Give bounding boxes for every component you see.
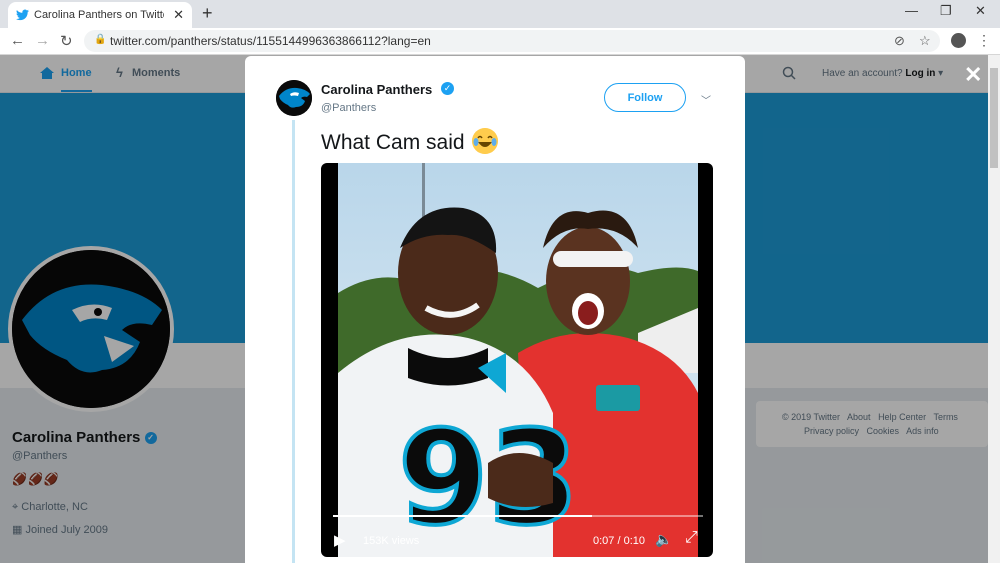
browser-menu-icon[interactable]: ⋮ (977, 32, 991, 49)
tweet-text: What Cam said (321, 131, 465, 154)
tweet-video-player[interactable]: 93 ▶ 153K views 0:07 / 0:10 🔈 ⤢ (321, 163, 713, 557)
bookmark-star-icon[interactable]: ☆ (919, 33, 931, 49)
tweet-modal: Carolina Panthers ✓ @Panthers Follow ﹀ W… (245, 56, 745, 563)
window-close-icon[interactable]: ✕ (975, 3, 986, 19)
tears-of-joy-emoji-icon (472, 128, 498, 154)
account-icon[interactable] (951, 33, 966, 48)
tweet-menu-caret-icon[interactable]: ﹀ (701, 92, 711, 107)
tweet-author-handle[interactable]: @Panthers (321, 102, 376, 114)
forward-icon[interactable]: → (35, 32, 50, 49)
panthers-logo-icon (276, 80, 312, 116)
restore-icon[interactable]: ❐ (940, 3, 952, 19)
tweet-author-name[interactable]: Carolina Panthers (321, 82, 432, 97)
twitter-bird-icon (16, 9, 29, 21)
address-bar: ← → ↻ 🔒 twitter.com/panthers/status/1155… (0, 28, 1000, 55)
tab-close-icon[interactable]: ✕ (173, 7, 184, 23)
scrollbar-thumb[interactable] (990, 68, 998, 168)
video-frame: 93 (338, 163, 698, 557)
follow-button[interactable]: Follow (604, 83, 686, 112)
thread-line (292, 120, 295, 563)
play-icon[interactable]: ▶ (334, 531, 346, 549)
video-progress-fill (333, 515, 592, 517)
blocked-popup-icon[interactable]: ⊘ (894, 33, 905, 49)
tab-title: Carolina Panthers on Twitter: "Wh (34, 9, 164, 21)
fullscreen-icon[interactable]: ⤢ (685, 529, 698, 547)
video-progress-bar[interactable] (333, 515, 703, 517)
video-still-image: 93 (338, 163, 698, 557)
browser-tab-bar: Carolina Panthers on Twitter: "Wh ✕ + — … (0, 0, 1000, 28)
url-text: twitter.com/panthers/status/115514499636… (110, 34, 431, 48)
minimize-icon[interactable]: — (905, 3, 918, 18)
new-tab-icon[interactable]: + (202, 3, 213, 24)
reload-icon[interactable]: ↻ (60, 32, 73, 50)
back-icon[interactable]: ← (10, 32, 25, 49)
tweet-author-avatar[interactable] (276, 80, 312, 116)
video-time: 0:07 / 0:10 (593, 535, 645, 547)
browser-tab[interactable]: Carolina Panthers on Twitter: "Wh ✕ (8, 2, 192, 28)
lock-icon: 🔒 (94, 34, 107, 45)
volume-icon[interactable]: 🔈 (655, 531, 672, 548)
verified-badge-icon: ✓ (441, 82, 454, 95)
url-input[interactable]: 🔒 twitter.com/panthers/status/1155144996… (84, 30, 940, 52)
video-views: 153K views (363, 535, 420, 547)
modal-close-icon[interactable]: ✕ (964, 62, 982, 88)
